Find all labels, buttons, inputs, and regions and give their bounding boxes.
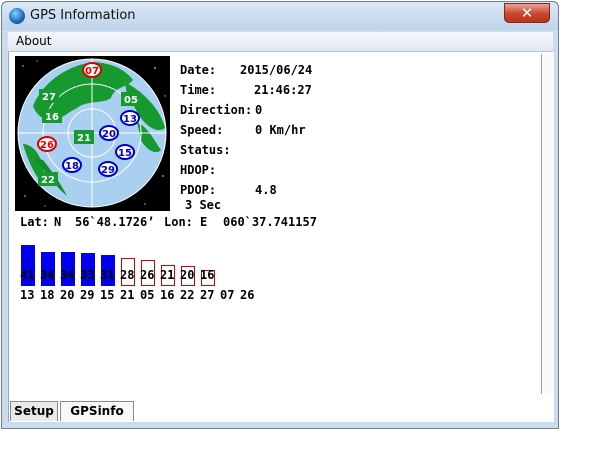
snr-value-label: 28 [120, 268, 135, 282]
menu-about[interactable]: About [16, 34, 51, 48]
prn-label: 16 [160, 288, 175, 302]
snr-bar-chart: 41 13 34 18 34 20 33 29 31 15 28 21 26 05 21 16 20 22 16 27… [9, 52, 329, 312]
prn-label: 05 [140, 288, 155, 302]
close-button[interactable]: ✕ [504, 3, 550, 23]
prn-label: 22 [180, 288, 195, 302]
snr-value-label: 41 [20, 268, 35, 282]
tab-strip: Setup GPSinfo [8, 401, 553, 423]
prn-label: 13 [20, 288, 35, 302]
globe-icon [9, 8, 25, 24]
title-bar[interactable]: GPS Information ✕ [2, 2, 558, 30]
snr-value-label: 26 [140, 268, 155, 282]
prn-label: 27 [200, 288, 215, 302]
tab-setup[interactable]: Setup [10, 401, 58, 421]
vertical-border [541, 54, 554, 394]
prn-label: 21 [120, 288, 135, 302]
prn-label: 26 [240, 288, 255, 302]
snr-value-label: 16 [200, 268, 215, 282]
prn-label: 18 [40, 288, 55, 302]
snr-value-label: 34 [40, 268, 55, 282]
gps-window: GPS Information ✕ About 07 27 05 16 13 2… [1, 1, 559, 429]
tab-gpsinfo[interactable]: GPSinfo [60, 401, 134, 421]
snr-value-label: 34 [60, 268, 75, 282]
snr-value-label: 21 [160, 268, 175, 282]
gps-panel: 07 27 05 16 13 21 20 26 15 18 29 22 Date… [8, 52, 554, 422]
prn-label: 07 [220, 288, 235, 302]
snr-value-label: 31 [100, 268, 115, 282]
prn-label: 15 [100, 288, 115, 302]
snr-value-label: 20 [180, 268, 195, 282]
window-title: GPS Information [30, 8, 136, 23]
snr-value-label: 33 [80, 268, 95, 282]
menu-bar: About [8, 32, 553, 52]
prn-label: 29 [80, 288, 95, 302]
prn-label: 20 [60, 288, 75, 302]
